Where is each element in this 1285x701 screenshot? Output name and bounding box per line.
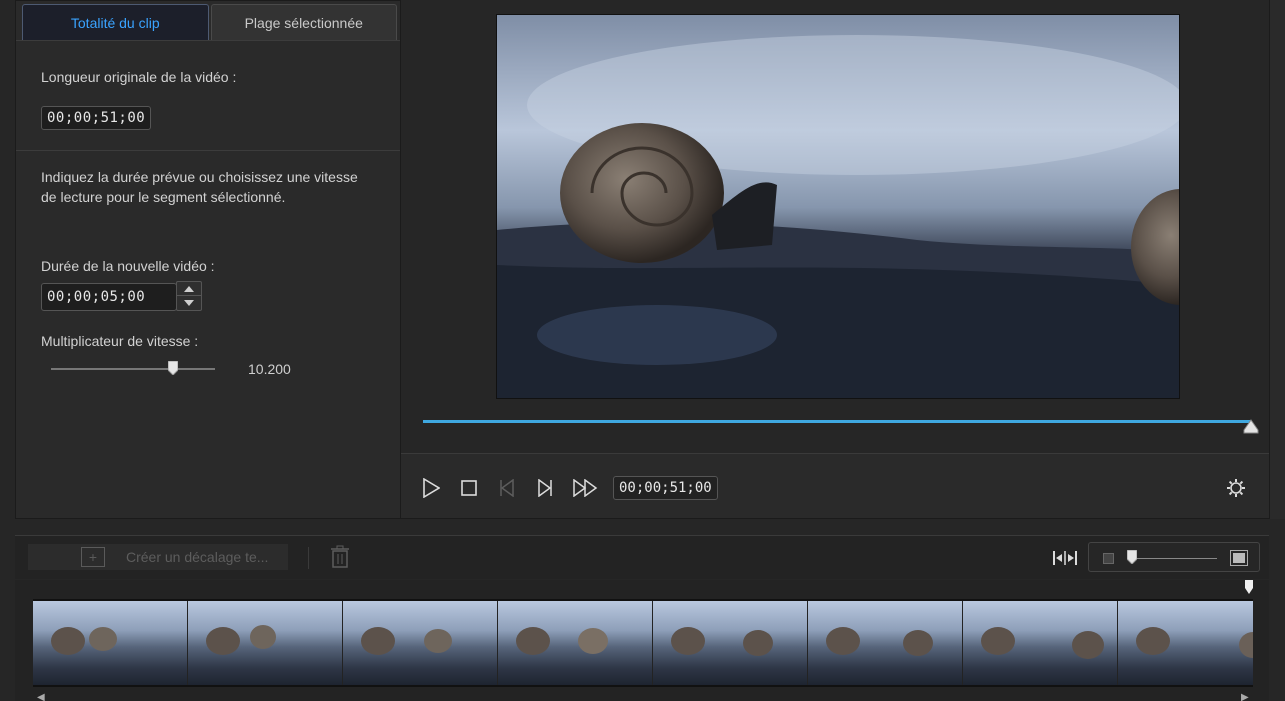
add-bracket-icon: + — [81, 547, 105, 567]
speed-settings-panel: Totalité du clip Plage sélectionnée Long… — [15, 0, 401, 519]
instructions-line-2: de lecture pour le segment sélectionné. — [41, 189, 286, 205]
clip-thumbnail — [188, 601, 342, 685]
stepper-up-icon[interactable] — [177, 282, 201, 296]
playback-scrubber-handle[interactable] — [1243, 418, 1259, 434]
timeline-toolbar: + Créer un décalage te... — [15, 535, 1269, 579]
next-frame-icon[interactable] — [533, 476, 557, 500]
new-duration-label: Durée de la nouvelle vidéo : — [41, 258, 215, 274]
trash-icon[interactable] — [330, 545, 350, 569]
zoom-out-icon[interactable] — [1103, 553, 1114, 564]
create-offset-button[interactable]: + Créer un décalage te... — [28, 544, 288, 570]
clip-thumbnail — [1118, 601, 1253, 685]
original-length-label: Longueur originale de la vidéo : — [41, 69, 237, 85]
duration-stepper[interactable] — [176, 281, 202, 311]
stop-icon[interactable] — [457, 476, 481, 500]
zoom-slider-track[interactable] — [1132, 558, 1217, 559]
stepper-down-icon[interactable] — [177, 296, 201, 310]
previous-frame-icon[interactable] — [495, 476, 519, 500]
tab-whole-clip[interactable]: Totalité du clip — [22, 4, 209, 40]
play-icon[interactable] — [419, 476, 443, 500]
section-divider — [16, 150, 400, 151]
snail-preview-image — [497, 15, 1179, 398]
gear-icon[interactable] — [1224, 476, 1248, 500]
playback-progress-bar[interactable] — [423, 420, 1251, 423]
speed-slider-thumb[interactable] — [167, 360, 179, 376]
tab-divider — [16, 40, 400, 41]
clip-thumbnail — [808, 601, 962, 685]
fit-timeline-icon[interactable] — [1052, 548, 1078, 568]
instructions-line-1: Indiquez la durée prévue ou choisissez u… — [41, 169, 358, 185]
new-duration-field[interactable]: 00;00;05;00 — [41, 283, 177, 311]
clip-thumbnail — [963, 601, 1117, 685]
speed-multiplier-label: Multiplicateur de vitesse : — [41, 333, 199, 349]
timeline-ruler[interactable] — [15, 580, 1269, 596]
scroll-right-icon[interactable]: ▶ — [1241, 692, 1249, 701]
original-length-timecode: 00;00;51;00 — [41, 106, 152, 130]
clip-thumbnail — [33, 601, 187, 685]
zoom-in-icon[interactable] — [1230, 550, 1248, 566]
scroll-left-icon[interactable]: ◀ — [37, 692, 45, 701]
speed-multiplier-value: 10.200 — [248, 361, 291, 377]
clip-filmstrip[interactable] — [33, 599, 1253, 687]
video-preview — [496, 14, 1180, 399]
preview-panel — [401, 0, 1269, 453]
zoom-slider-thumb[interactable] — [1126, 549, 1138, 565]
toolbar-separator — [308, 547, 309, 569]
timeline: ◀ ▶ — [15, 580, 1269, 701]
tab-bar: Totalité du clip Plage sélectionnée — [22, 4, 397, 40]
clip-thumbnail — [498, 601, 652, 685]
clip-thumbnail — [653, 601, 807, 685]
clip-thumbnail — [343, 601, 497, 685]
panel-edge — [1269, 0, 1285, 519]
transport-controls: 00;00;51;00 — [401, 453, 1269, 519]
timeline-zoom-control — [1088, 542, 1260, 572]
tab-selected-range[interactable]: Plage sélectionnée — [210, 4, 397, 40]
timeline-playhead[interactable] — [1245, 580, 1253, 594]
create-offset-label: Créer un décalage te... — [126, 549, 269, 565]
fast-forward-icon[interactable] — [571, 476, 601, 500]
current-timecode: 00;00;51;00 — [613, 476, 718, 500]
speed-slider-track[interactable] — [51, 368, 215, 370]
